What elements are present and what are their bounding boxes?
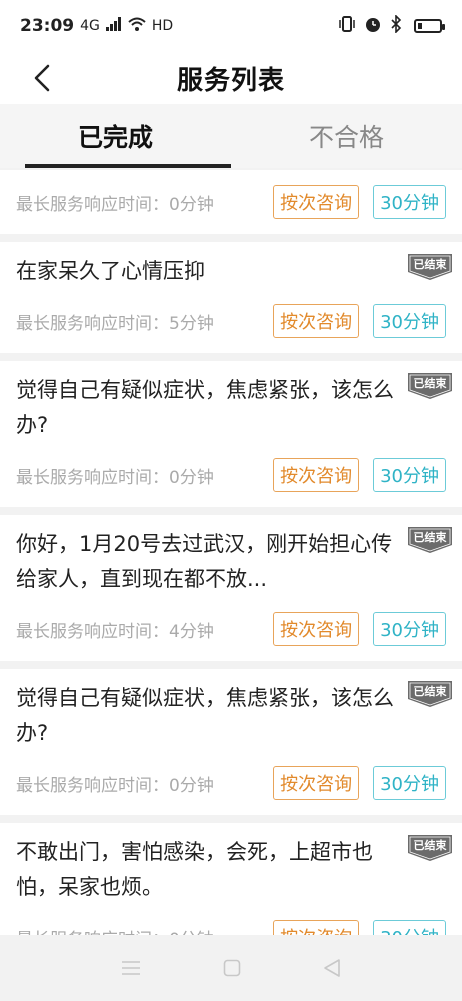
vibrate-icon — [338, 15, 356, 37]
page-title: 服务列表 — [176, 65, 285, 96]
ended-badge: 已结束 — [406, 371, 454, 401]
response-time-label: 最长服务响应时间：5分钟 — [16, 313, 214, 334]
back-button[interactable] — [22, 58, 62, 98]
home-icon[interactable] — [223, 959, 241, 977]
menu-icon[interactable] — [121, 960, 141, 976]
signal-icon — [105, 16, 122, 36]
back-triangle-icon[interactable] — [323, 958, 341, 978]
hd-indicator: HD — [151, 18, 174, 34]
service-question: 觉得自己有疑似症状，焦虑紧张，该怎么办? — [16, 378, 394, 437]
service-question: 不敢出门，害怕感染，会死，上超市也怕，呆家也烦。 — [16, 840, 373, 899]
consult-type-tag: 按次咨询 — [273, 304, 360, 338]
alarm-icon — [364, 15, 382, 38]
battery-icon — [414, 19, 445, 33]
list-item[interactable]: 最长服务响应时间：0分钟 按次咨询 30分钟 — [0, 170, 462, 234]
list-item[interactable]: 已结束 觉得自己有疑似症状，焦虑紧张，该怎么办? 最长服务响应时间：0分钟 按次… — [0, 669, 462, 815]
consult-type-tag: 按次咨询 — [273, 766, 360, 800]
duration-tag: 30分钟 — [373, 458, 446, 492]
duration-tag: 30分钟 — [373, 185, 446, 219]
wifi-icon — [128, 16, 146, 36]
ended-badge: 已结束 — [406, 525, 454, 555]
ended-badge: 已结束 — [406, 679, 454, 709]
bluetooth-icon — [390, 13, 402, 38]
network-type: 4G — [80, 18, 100, 34]
response-time-label: 最长服务响应时间：4分钟 — [16, 621, 214, 642]
system-nav-bar — [0, 935, 462, 1001]
service-question: 在家呆久了心情压抑 — [16, 259, 205, 283]
consult-type-tag: 按次咨询 — [273, 458, 360, 492]
status-bar: 23:09 4G HD — [0, 0, 462, 52]
ended-badge-label: 已结束 — [413, 258, 447, 271]
ended-badge-label: 已结束 — [413, 839, 447, 852]
tab-bar: 已完成 不合格 — [0, 104, 462, 168]
ended-badge: 已结束 — [406, 252, 454, 282]
ended-badge-label: 已结束 — [413, 685, 447, 698]
service-list: 最长服务响应时间：0分钟 按次咨询 30分钟 已结束 在家呆久了心情压抑 最长服… — [0, 170, 462, 969]
service-question: 你好，1月20号去过武汉，刚开始担心传给家人，直到现在都不放... — [16, 532, 393, 591]
ended-badge-label: 已结束 — [413, 377, 447, 390]
list-item[interactable]: 已结束 在家呆久了心情压抑 最长服务响应时间：5分钟 按次咨询 30分钟 — [0, 242, 462, 353]
consult-type-tag: 按次咨询 — [273, 185, 360, 219]
service-question: 觉得自己有疑似症状，焦虑紧张，该怎么办? — [16, 686, 394, 745]
tab-completed[interactable]: 已完成 — [0, 104, 231, 168]
ended-badge-label: 已结束 — [413, 531, 447, 544]
consult-type-tag: 按次咨询 — [273, 612, 360, 646]
status-time: 23:09 — [20, 16, 75, 36]
response-time-label: 最长服务响应时间：0分钟 — [16, 775, 214, 796]
response-time-label: 最长服务响应时间：0分钟 — [16, 467, 214, 488]
chevron-left-icon — [34, 64, 50, 92]
ended-badge: 已结束 — [406, 833, 454, 863]
duration-tag: 30分钟 — [373, 612, 446, 646]
duration-tag: 30分钟 — [373, 304, 446, 338]
duration-tag: 30分钟 — [373, 766, 446, 800]
list-item[interactable]: 已结束 觉得自己有疑似症状，焦虑紧张，该怎么办? 最长服务响应时间：0分钟 按次… — [0, 361, 462, 507]
tab-unqualified[interactable]: 不合格 — [231, 104, 462, 168]
list-item[interactable]: 已结束 你好，1月20号去过武汉，刚开始担心传给家人，直到现在都不放... 最长… — [0, 515, 462, 661]
response-time-label: 最长服务响应时间：0分钟 — [16, 194, 214, 215]
nav-bar: 服务列表 — [0, 52, 462, 104]
